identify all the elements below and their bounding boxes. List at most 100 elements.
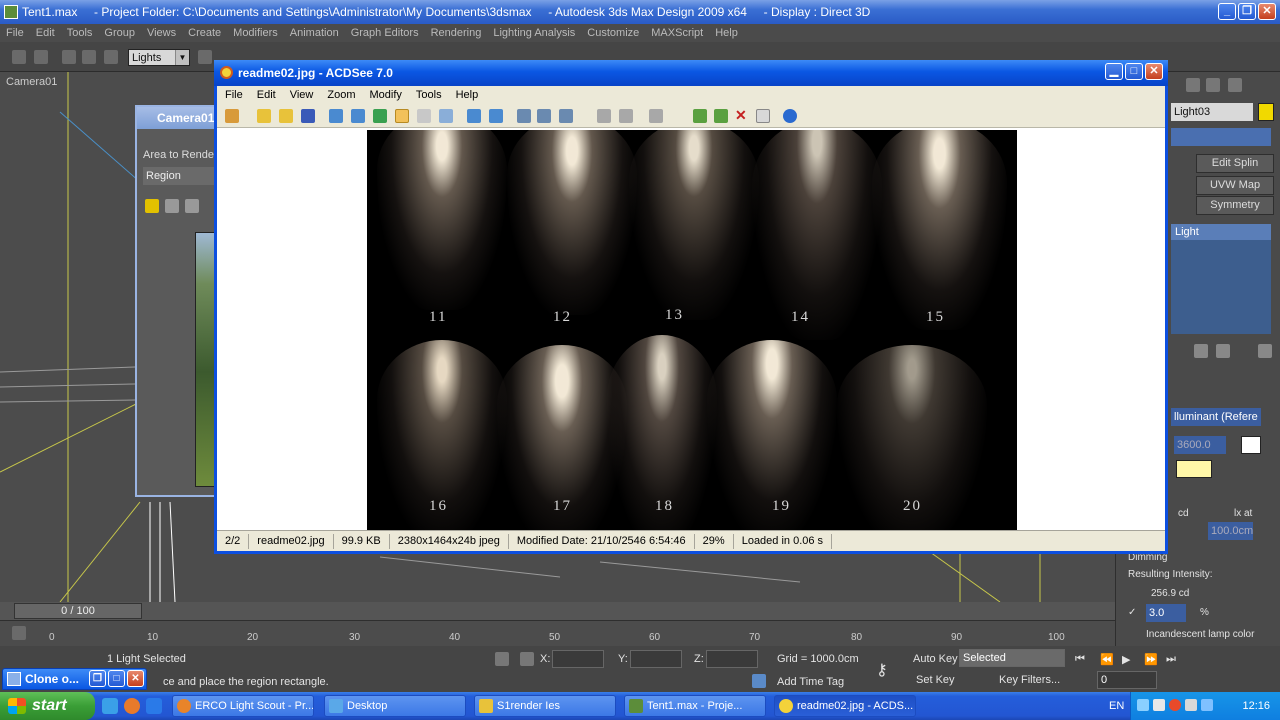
key-mode-dropdown[interactable]: Selected: [959, 649, 1065, 667]
acdsee-minimize-button[interactable]: ▁: [1105, 63, 1123, 80]
task-acdsee[interactable]: readme02.jpg - ACDS...: [774, 695, 916, 717]
menu-group[interactable]: Group: [104, 27, 135, 39]
undo-icon[interactable]: [12, 50, 26, 64]
bind-space-warp-icon[interactable]: [104, 50, 118, 64]
safely-remove-icon[interactable]: [1185, 699, 1197, 711]
area-to-render-dropdown[interactable]: Region: [143, 167, 217, 185]
key-filters-button[interactable]: Key Filters...: [999, 674, 1060, 686]
auto-key-button[interactable]: Auto Key: [913, 653, 958, 665]
create-tab-icon[interactable]: [1186, 78, 1200, 92]
menu-animation[interactable]: Animation: [290, 27, 339, 39]
rotate-left-icon[interactable]: [467, 109, 481, 123]
print-icon[interactable]: [597, 109, 611, 123]
acdsee-title-bar[interactable]: readme02.jpg - ACDSee 7.0 ▁ □ ✕: [214, 60, 1168, 86]
task-s1render-ies[interactable]: S1render Ies: [474, 695, 616, 717]
unit-cd-radio[interactable]: cd: [1178, 508, 1189, 519]
uvw-map-button[interactable]: UVW Map: [1196, 176, 1274, 195]
configure-modifier-sets-icon[interactable]: [1258, 344, 1272, 358]
acdsee-menu-zoom[interactable]: Zoom: [327, 89, 355, 101]
help-icon[interactable]: [783, 109, 797, 123]
rotate-right-icon[interactable]: [489, 109, 503, 123]
incandescent-checkbox[interactable]: Incandescent lamp color: [1146, 629, 1254, 640]
previous-image-icon[interactable]: [329, 109, 343, 123]
selection-filter-dropdown[interactable]: Lights ▼: [128, 49, 190, 66]
next-frame-icon[interactable]: ⏩: [1144, 653, 1158, 666]
delete-icon[interactable]: ✕: [735, 108, 749, 122]
track-bar[interactable]: 0 10 20 30 40 50 60 70 80 90 100: [0, 620, 1115, 646]
acdsee-maximize-button[interactable]: □: [1125, 63, 1143, 80]
properties-icon[interactable]: [756, 109, 770, 123]
clone-window-icon[interactable]: [185, 199, 199, 213]
acdsee-window[interactable]: readme02.jpg - ACDSee 7.0 ▁ □ ✕ File Edi…: [214, 60, 1168, 554]
send-icon[interactable]: [619, 109, 633, 123]
copy-to-icon[interactable]: [714, 109, 728, 123]
language-indicator[interactable]: EN: [1109, 700, 1124, 712]
hand-tool-icon[interactable]: [395, 109, 409, 123]
menu-lighting-analysis[interactable]: Lighting Analysis: [493, 27, 575, 39]
next-image-icon[interactable]: [351, 109, 365, 123]
kelvin-spinner[interactable]: 3600.0: [1174, 436, 1226, 454]
hierarchy-tab-icon[interactable]: [1228, 78, 1242, 92]
set-key-button[interactable]: Set Key: [916, 674, 955, 686]
clone-restore-button[interactable]: ❐: [89, 670, 106, 687]
link-icon[interactable]: [62, 50, 76, 64]
dimming-percent-spinner[interactable]: 3.0: [1146, 604, 1186, 622]
time-tag-icon[interactable]: [752, 674, 766, 688]
current-frame-field[interactable]: 0: [1097, 671, 1157, 689]
modifier-list-dropdown[interactable]: [1171, 128, 1271, 146]
zoom-options-icon[interactable]: [559, 109, 573, 123]
menu-create[interactable]: Create: [188, 27, 221, 39]
object-color-swatch[interactable]: [1258, 103, 1274, 121]
clone-close-button[interactable]: ✕: [127, 670, 144, 687]
zoom-out-icon[interactable]: [537, 109, 551, 123]
distance-spinner[interactable]: 100.0cm: [1208, 522, 1253, 540]
play-icon[interactable]: ▶: [1122, 653, 1130, 666]
start-button[interactable]: start: [0, 692, 95, 720]
open-icon[interactable]: [279, 109, 293, 123]
magnify-icon[interactable]: [439, 109, 453, 123]
max-title-bar[interactable]: Tent1.max - Project Folder: C:\Documents…: [0, 0, 1280, 24]
go-to-start-icon[interactable]: ⏮: [1075, 653, 1085, 666]
menu-tools[interactable]: Tools: [67, 27, 93, 39]
transform-mode-icon[interactable]: [520, 652, 534, 666]
internet-explorer-icon[interactable]: [146, 698, 162, 714]
dimming-checkbox[interactable]: ✓: [1128, 607, 1136, 618]
acdsee-menu-view[interactable]: View: [290, 89, 314, 101]
antivirus-icon[interactable]: [1169, 699, 1181, 711]
menu-rendering[interactable]: Rendering: [431, 27, 482, 39]
acdsee-menu-help[interactable]: Help: [456, 89, 479, 101]
clone-window[interactable]: Clone o... ❐ □ ✕: [2, 668, 147, 690]
acdsee-image-view[interactable]: 11 12 13 14 15 16 17 18 19 20: [217, 128, 1165, 530]
acdsee-close-button[interactable]: ✕: [1145, 63, 1163, 80]
browse-icon[interactable]: [225, 109, 239, 123]
go-to-end-icon[interactable]: ⏭: [1166, 653, 1176, 666]
acdsee-menu-edit[interactable]: Edit: [257, 89, 276, 101]
x-coordinate-field[interactable]: [552, 650, 604, 668]
pin-stack-icon[interactable]: [1194, 344, 1208, 358]
volume-icon[interactable]: [1153, 699, 1165, 711]
key-icon[interactable]: ⚷: [876, 660, 888, 680]
lock-selection-icon[interactable]: [495, 652, 509, 666]
modify-tab-icon[interactable]: [1206, 78, 1220, 92]
show-end-result-icon[interactable]: [1216, 344, 1230, 358]
task-erco-light-scout[interactable]: ERCO Light Scout - Pr...: [172, 695, 314, 717]
menu-graph-editors[interactable]: Graph Editors: [351, 27, 419, 39]
menu-file[interactable]: File: [6, 27, 24, 39]
close-button[interactable]: ✕: [1258, 3, 1276, 20]
z-coordinate-field[interactable]: [706, 650, 758, 668]
symmetry-button[interactable]: Symmetry: [1196, 196, 1274, 215]
menu-modifiers[interactable]: Modifiers: [233, 27, 278, 39]
save-image-icon[interactable]: [145, 199, 159, 213]
zoom-in-icon[interactable]: [517, 109, 531, 123]
messenger-icon[interactable]: [1201, 699, 1213, 711]
restore-button[interactable]: ❐: [1238, 3, 1256, 20]
y-coordinate-field[interactable]: [630, 650, 682, 668]
clone-maximize-button[interactable]: □: [108, 670, 125, 687]
filter-icon[interactable]: [649, 109, 663, 123]
object-name-field[interactable]: Light03: [1171, 103, 1253, 121]
light-color-swatch[interactable]: [1176, 460, 1212, 478]
frame-counter[interactable]: 0 / 100: [14, 603, 142, 619]
menu-help[interactable]: Help: [715, 27, 738, 39]
unlink-icon[interactable]: [82, 50, 96, 64]
minimize-button[interactable]: _: [1218, 3, 1236, 20]
